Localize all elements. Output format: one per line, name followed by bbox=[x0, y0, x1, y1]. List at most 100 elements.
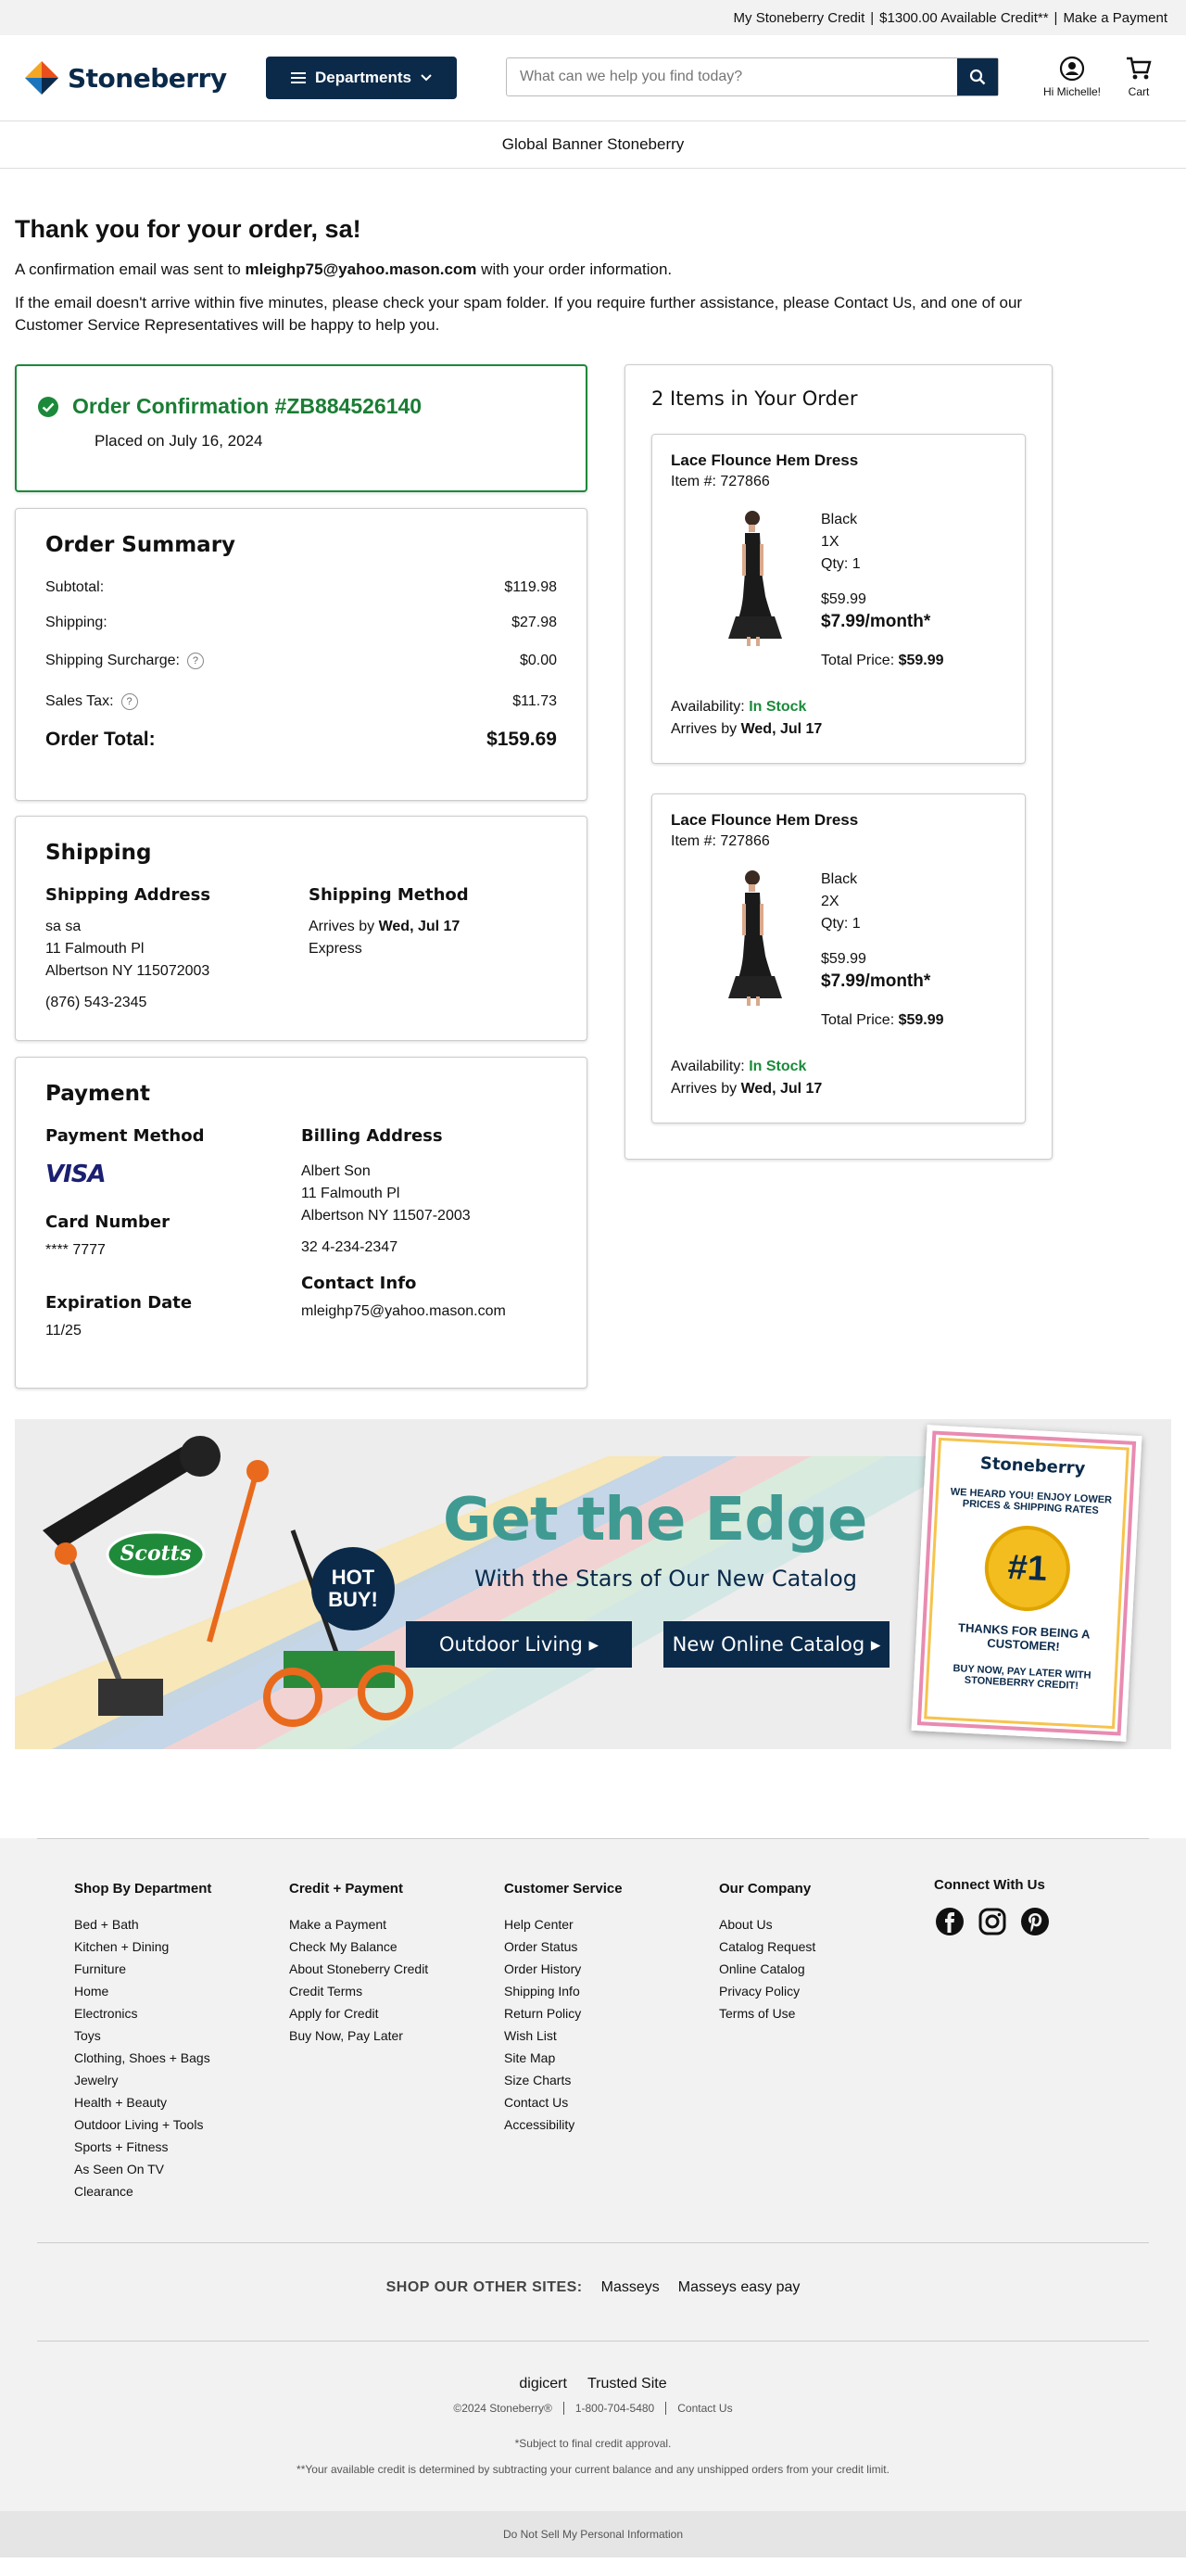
check-circle-icon bbox=[38, 396, 58, 417]
footer-link[interactable]: Site Map bbox=[504, 2050, 623, 2073]
contact-info-heading: Contact Info bbox=[301, 1274, 417, 1293]
surcharge-label: Shipping Surcharge: bbox=[45, 653, 180, 668]
digicert-badge[interactable]: digicert bbox=[519, 2376, 567, 2392]
footer-link[interactable]: Size Charts bbox=[504, 2073, 623, 2095]
help-icon[interactable]: ? bbox=[120, 693, 138, 710]
footer-link[interactable]: Apply for Credit bbox=[289, 2006, 428, 2028]
item-arrives-line: Arrives by Wed, Jul 17 bbox=[671, 718, 822, 741]
masseys-logo[interactable]: Masseys bbox=[601, 2279, 660, 2296]
card-number: **** 7777 bbox=[45, 1242, 106, 1258]
item-arrives-date: Wed, Jul 17 bbox=[740, 1081, 823, 1097]
promo-banner[interactable]: Scotts HOT BUY! Get the Edge With the St… bbox=[15, 1419, 1171, 1749]
footer-link[interactable]: Help Center bbox=[504, 1917, 623, 1939]
departments-button[interactable]: Departments bbox=[266, 57, 457, 99]
footer-link[interactable]: Buy Now, Pay Later bbox=[289, 2028, 428, 2050]
footer-link[interactable]: Make a Payment bbox=[289, 1917, 428, 1939]
search-input[interactable] bbox=[507, 58, 957, 95]
item-number: Item #: 727866 bbox=[671, 833, 770, 849]
help-message: If the email doesn't arrive within five … bbox=[15, 292, 1043, 336]
help-icon[interactable]: ? bbox=[186, 653, 204, 669]
footer-link[interactable]: Order History bbox=[504, 1961, 623, 1984]
catalog-cover[interactable]: Stoneberry WE HEARD YOU! ENJOY LOWER PRI… bbox=[911, 1425, 1142, 1742]
help-prefix: If the email doesn't arrive within five … bbox=[15, 294, 834, 311]
footer-link[interactable]: Shipping Info bbox=[504, 1984, 623, 2006]
outdoor-living-button[interactable]: Outdoor Living ▸ bbox=[406, 1621, 632, 1668]
facebook-icon[interactable] bbox=[934, 1906, 965, 1937]
order-item: Lace Flounce Hem Dress Item #: 727866 Bl… bbox=[651, 434, 1026, 764]
footer-link[interactable]: Wish List bbox=[504, 2028, 623, 2050]
footer-link[interactable]: Privacy Policy bbox=[719, 1984, 815, 2006]
copyright: ©2024 Stoneberry® bbox=[453, 2402, 552, 2415]
masseys-easy-pay-logo[interactable]: Masseys easy pay bbox=[678, 2279, 801, 2296]
logo-wordmark: Stoneberry bbox=[68, 62, 227, 94]
dress-image[interactable] bbox=[699, 507, 801, 648]
footer-link[interactable]: Electronics bbox=[74, 2006, 211, 2028]
catalog-thanks: THANKS FOR BEING A CUSTOMER! bbox=[957, 1620, 1091, 1654]
footer-link[interactable]: About Us bbox=[719, 1917, 815, 1939]
footer-link[interactable]: About Stoneberry Credit bbox=[289, 1961, 428, 1984]
footer-link[interactable]: Clearance bbox=[74, 2184, 211, 2206]
footer-link[interactable]: Sports + Fitness bbox=[74, 2139, 211, 2162]
copyright-row: ©2024 Stoneberry® 1-800-704-5480 Contact… bbox=[0, 2402, 1186, 2415]
footer-link[interactable]: Kitchen + Dining bbox=[74, 1939, 211, 1961]
my-credit-link[interactable]: My Stoneberry Credit bbox=[734, 10, 865, 26]
cart-button[interactable]: Cart bbox=[1125, 56, 1153, 98]
global-banner: Global Banner Stoneberry bbox=[0, 121, 1186, 169]
footer-link[interactable]: Jewelry bbox=[74, 2073, 211, 2095]
footer-link[interactable]: Furniture bbox=[74, 1961, 211, 1984]
footer-link[interactable]: Contact Us bbox=[504, 2095, 623, 2117]
tax-label-wrap: Sales Tax:? bbox=[45, 693, 138, 710]
footer-col-service: Customer Service Help Center Order Statu… bbox=[504, 1881, 623, 2139]
footer-link[interactable]: Catalog Request bbox=[719, 1939, 815, 1961]
expiration-heading: Expiration Date bbox=[45, 1293, 193, 1313]
chevron-down-icon bbox=[421, 74, 432, 82]
item-name[interactable]: Lace Flounce Hem Dress bbox=[671, 451, 1006, 470]
footer-link[interactable]: Toys bbox=[74, 2028, 211, 2050]
online-catalog-button[interactable]: New Online Catalog ▸ bbox=[663, 1621, 890, 1668]
footer-link[interactable]: Outdoor Living + Tools bbox=[74, 2117, 211, 2139]
contact-us-link[interactable]: Contact Us bbox=[834, 294, 912, 311]
total-value: $159.69 bbox=[486, 729, 557, 750]
footer-col-departments: Shop By Department Bed + Bath Kitchen + … bbox=[74, 1881, 211, 2206]
footer-link[interactable]: Accessibility bbox=[504, 2117, 623, 2139]
item-qty: Qty: 1 bbox=[821, 916, 861, 932]
footer-contact-link[interactable]: Contact Us bbox=[677, 2402, 732, 2415]
placed-date: Placed on July 16, 2024 bbox=[95, 432, 263, 450]
account-button[interactable]: Hi Michelle! bbox=[1043, 56, 1101, 98]
footer-link[interactable]: Credit Terms bbox=[289, 1984, 428, 2006]
confirm-prefix: A confirmation email was sent to bbox=[15, 260, 246, 278]
trusted-site-badge[interactable]: Trusted Site bbox=[587, 2376, 667, 2392]
shipping-grid: Shipping Address sa sa 11 Falmouth Pl Al… bbox=[45, 885, 557, 1014]
footer-link[interactable]: Check My Balance bbox=[289, 1939, 428, 1961]
make-payment-link[interactable]: Make a Payment bbox=[1063, 10, 1167, 26]
billing-line: Albert Son bbox=[301, 1163, 371, 1179]
footer-divider bbox=[37, 2242, 1149, 2243]
contact-email: mleighp75@yahoo.mason.com bbox=[301, 1303, 506, 1319]
billing-line: 11 Falmouth Pl bbox=[301, 1186, 400, 1201]
shipping-phone: (876) 543-2345 bbox=[45, 995, 147, 1010]
footer-link[interactable]: Home bbox=[74, 1984, 211, 2006]
footer-link[interactable]: Health + Beauty bbox=[74, 2095, 211, 2117]
footer-link[interactable]: Clothing, Shoes + Bags bbox=[74, 2050, 211, 2073]
footer-link[interactable]: Order Status bbox=[504, 1939, 623, 1961]
availability-status: In Stock bbox=[749, 699, 807, 715]
footer-link[interactable]: Bed + Bath bbox=[74, 1917, 211, 1939]
item-name[interactable]: Lace Flounce Hem Dress bbox=[671, 811, 1006, 830]
dress-image[interactable] bbox=[699, 867, 801, 1008]
footer-link[interactable]: Terms of Use bbox=[719, 2006, 815, 2028]
do-not-sell-link[interactable]: Do Not Sell My Personal Information bbox=[0, 2511, 1186, 2557]
footer-link[interactable]: As Seen On TV bbox=[74, 2162, 211, 2184]
footer-link[interactable]: Online Catalog bbox=[719, 1961, 815, 1984]
site-header: Stoneberry Departments Hi Michelle! Cart bbox=[0, 35, 1186, 121]
item-color: Black bbox=[821, 512, 858, 527]
item-size: 2X bbox=[821, 894, 839, 909]
search-icon bbox=[969, 69, 986, 85]
shipping-title: Shipping bbox=[45, 841, 152, 865]
instagram-icon[interactable] bbox=[977, 1906, 1008, 1937]
search-button[interactable] bbox=[957, 58, 998, 95]
stoneberry-logo[interactable]: Stoneberry bbox=[23, 59, 238, 96]
pinterest-icon[interactable] bbox=[1019, 1906, 1051, 1937]
number-one-medal: #1 bbox=[982, 1523, 1073, 1614]
item-monthly-price: $7.99/month* bbox=[821, 612, 931, 631]
footer-link[interactable]: Return Policy bbox=[504, 2006, 623, 2028]
